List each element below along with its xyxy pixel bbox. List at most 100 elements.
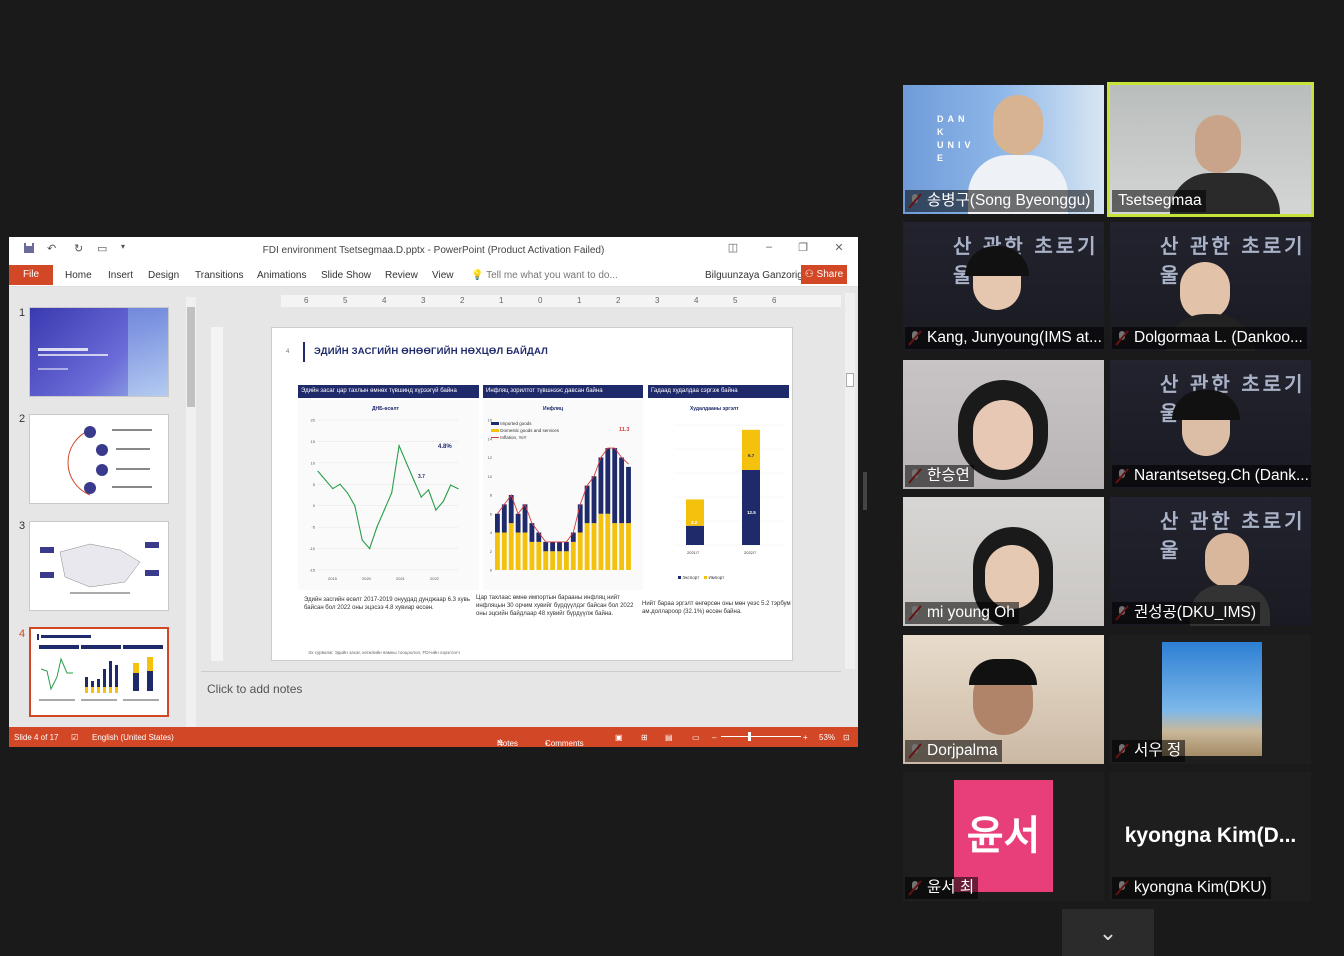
reading-view-icon[interactable]: ▤ bbox=[665, 733, 673, 742]
slide-sorter-icon[interactable]: ⊞ bbox=[641, 733, 648, 742]
title-accent-bar bbox=[303, 342, 305, 362]
video-tile-6[interactable]: 산 관한 초로기울 Narantsetseg.Ch (Dank... bbox=[1110, 360, 1311, 489]
fit-slide-icon[interactable]: ⊡ bbox=[843, 733, 850, 742]
ruler-tick: 2 bbox=[460, 296, 465, 305]
gdp-point bbox=[391, 492, 393, 494]
imported-bar bbox=[626, 466, 631, 524]
zoom-level[interactable]: 53% bbox=[819, 733, 835, 742]
participant-face bbox=[993, 95, 1043, 155]
scroll-down-button[interactable]: ⌄ bbox=[1062, 909, 1154, 956]
tab-view[interactable]: View bbox=[432, 270, 454, 281]
ruler-tick: 5 bbox=[343, 296, 348, 305]
legend-label: Inflation, YoY bbox=[500, 435, 527, 440]
zoom-slider[interactable] bbox=[721, 732, 801, 741]
video-tile-8[interactable]: 산 관한 초로기울 권성공(DKU_IMS) bbox=[1110, 497, 1311, 626]
domestic-bar bbox=[619, 523, 625, 570]
slide-title: ЭДИЙН ЗАСГИЙН ӨНӨӨГИЙН НӨХЦӨЛ БАЙДАЛ bbox=[314, 346, 548, 357]
spellcheck-icon[interactable]: ☑ bbox=[71, 733, 78, 742]
tell-me-search[interactable]: 💡 Tell me what you want to do... bbox=[471, 270, 618, 281]
tab-design[interactable]: Design bbox=[148, 270, 179, 281]
notes-pane[interactable]: Click to add notes bbox=[201, 671, 841, 727]
tab-file[interactable]: File bbox=[9, 265, 53, 285]
gdp-point bbox=[339, 483, 341, 485]
slide-counter: Slide 4 of 17 bbox=[14, 733, 59, 742]
tell-me-text: Tell me what you want to do... bbox=[486, 270, 618, 281]
ribbon-display-icon[interactable]: ◫ bbox=[723, 241, 743, 257]
trade-year-2021: 2021/7 bbox=[687, 550, 700, 555]
inflation-label: 11.3 bbox=[619, 427, 630, 433]
participant-face bbox=[973, 400, 1033, 470]
participant-name: 권성공(DKU_IMS) bbox=[1112, 602, 1261, 624]
video-tile-1[interactable]: DANK UNIVE 송병구(Song Byeonggu) bbox=[903, 85, 1104, 214]
x-group-label: 2020 bbox=[362, 576, 372, 581]
ruler-tick: 1 bbox=[577, 296, 582, 305]
gdp-chart-title: ДНБ-өсөлт bbox=[372, 406, 399, 412]
gdp-point bbox=[376, 526, 378, 528]
y-tick-label: 6 bbox=[490, 511, 493, 516]
x-group-label: 2022 bbox=[430, 576, 440, 581]
slide-thumbnail-1[interactable] bbox=[29, 307, 169, 397]
language-indicator[interactable]: English (United States) bbox=[92, 733, 174, 742]
tab-transitions[interactable]: Transitions bbox=[195, 270, 244, 281]
panel-head-inflation: Инфляц зорилтот түвшнээс давсан байна bbox=[483, 385, 643, 398]
video-tile-12[interactable]: kyongna Kim(D... kyongna Kim(DKU) bbox=[1110, 772, 1311, 901]
share-button[interactable]: ⚇ Share bbox=[801, 265, 847, 284]
tab-insert[interactable]: Insert bbox=[108, 270, 133, 281]
maximize-icon[interactable]: ❐ bbox=[793, 241, 813, 257]
slide-scrollbar[interactable] bbox=[845, 293, 855, 669]
tab-home[interactable]: Home bbox=[65, 270, 92, 281]
imported-bar bbox=[612, 448, 618, 524]
thumbnail-scrollbar[interactable] bbox=[186, 297, 196, 727]
zoom-out-icon[interactable]: – bbox=[712, 733, 716, 742]
video-tile-7[interactable]: mi young Oh bbox=[903, 497, 1104, 626]
ruler-tick: 0 bbox=[538, 296, 543, 305]
panel-splitter[interactable] bbox=[863, 472, 867, 510]
tab-animations[interactable]: Animations bbox=[257, 270, 306, 281]
zoom-slider-thumb[interactable] bbox=[748, 732, 751, 741]
video-tile-11[interactable]: 윤서 윤서 최 bbox=[903, 772, 1104, 901]
gdp-caption: Эдийн засгийн өсөлт 2017-2019 онуудад ду… bbox=[304, 597, 470, 611]
slide-thumbnail-2[interactable] bbox=[29, 414, 169, 504]
y-tick-label: -10 bbox=[309, 546, 316, 551]
y-tick-label: -15 bbox=[309, 568, 316, 573]
slide-canvas[interactable]: 4 ЭДИЙН ЗАСГИЙН ӨНӨӨГИЙН НӨХЦӨЛ БАЙДАЛ Э… bbox=[271, 327, 793, 661]
tab-review[interactable]: Review bbox=[385, 270, 418, 281]
domestic-bar bbox=[584, 523, 590, 570]
close-icon[interactable]: ✕ bbox=[829, 241, 849, 257]
gdp-point bbox=[361, 539, 363, 541]
gdp-point bbox=[413, 479, 415, 481]
gdp-point bbox=[317, 470, 319, 473]
imported-bar bbox=[543, 541, 549, 552]
gdp-label-3-7: 3.7 bbox=[418, 474, 425, 480]
video-tile-10[interactable]: 서우 정 bbox=[1110, 635, 1311, 764]
imported-bar bbox=[495, 513, 500, 533]
domestic-bar bbox=[612, 523, 618, 570]
slide-thumbnail-3[interactable] bbox=[29, 521, 169, 611]
video-tile-4[interactable]: 산 관한 초로기울 Dolgormaa L. (Dankoo... bbox=[1110, 222, 1311, 351]
slide-thumbnail-4[interactable] bbox=[29, 627, 169, 717]
slide-edit-pane: 6 5 4 3 2 1 0 1 2 3 4 5 6 4 ЭДИЙН ЗАСГИЙ… bbox=[201, 293, 858, 727]
domestic-bar bbox=[570, 541, 576, 570]
participant-name: Tsetsegmaa bbox=[1112, 190, 1206, 212]
powerpoint-window: ↶ ↻ ▭ ▾ FDI environment Tsetsegmaa.D.ppt… bbox=[9, 237, 858, 747]
participant-face bbox=[985, 545, 1039, 609]
minimize-icon[interactable]: – bbox=[759, 241, 779, 257]
gdp-point bbox=[435, 509, 437, 511]
zoom-in-icon[interactable]: + bbox=[803, 733, 808, 742]
video-tile-5[interactable]: 한승연 bbox=[903, 360, 1104, 489]
y-tick-label: 12 bbox=[488, 455, 493, 460]
normal-view-icon[interactable]: ▣ bbox=[615, 733, 623, 742]
y-tick-label: 10 bbox=[311, 460, 316, 465]
tab-slide-show[interactable]: Slide Show bbox=[321, 270, 371, 281]
video-tile-2-active-speaker[interactable]: Tsetsegmaa bbox=[1107, 82, 1314, 217]
signed-in-user[interactable]: Bilguunzaya Ganzorig bbox=[705, 270, 803, 281]
y-tick-label: 2 bbox=[490, 549, 493, 554]
panel-head-gdp: Эдийн засаг цар тахлын өмнөх түвшинд хүр… bbox=[298, 385, 479, 398]
video-tile-3[interactable]: 산 관한 초로기울 Kang, Junyoung(IMS at... bbox=[903, 222, 1104, 351]
gdp-point bbox=[354, 505, 356, 507]
legend-label: Domestic goods and services bbox=[500, 428, 560, 433]
chevron-down-icon: ⌄ bbox=[1098, 920, 1118, 945]
y-tick-label: 5 bbox=[313, 482, 316, 487]
video-tile-9[interactable]: Dorjpalma bbox=[903, 635, 1104, 764]
slideshow-icon[interactable]: ▭ bbox=[692, 733, 700, 742]
